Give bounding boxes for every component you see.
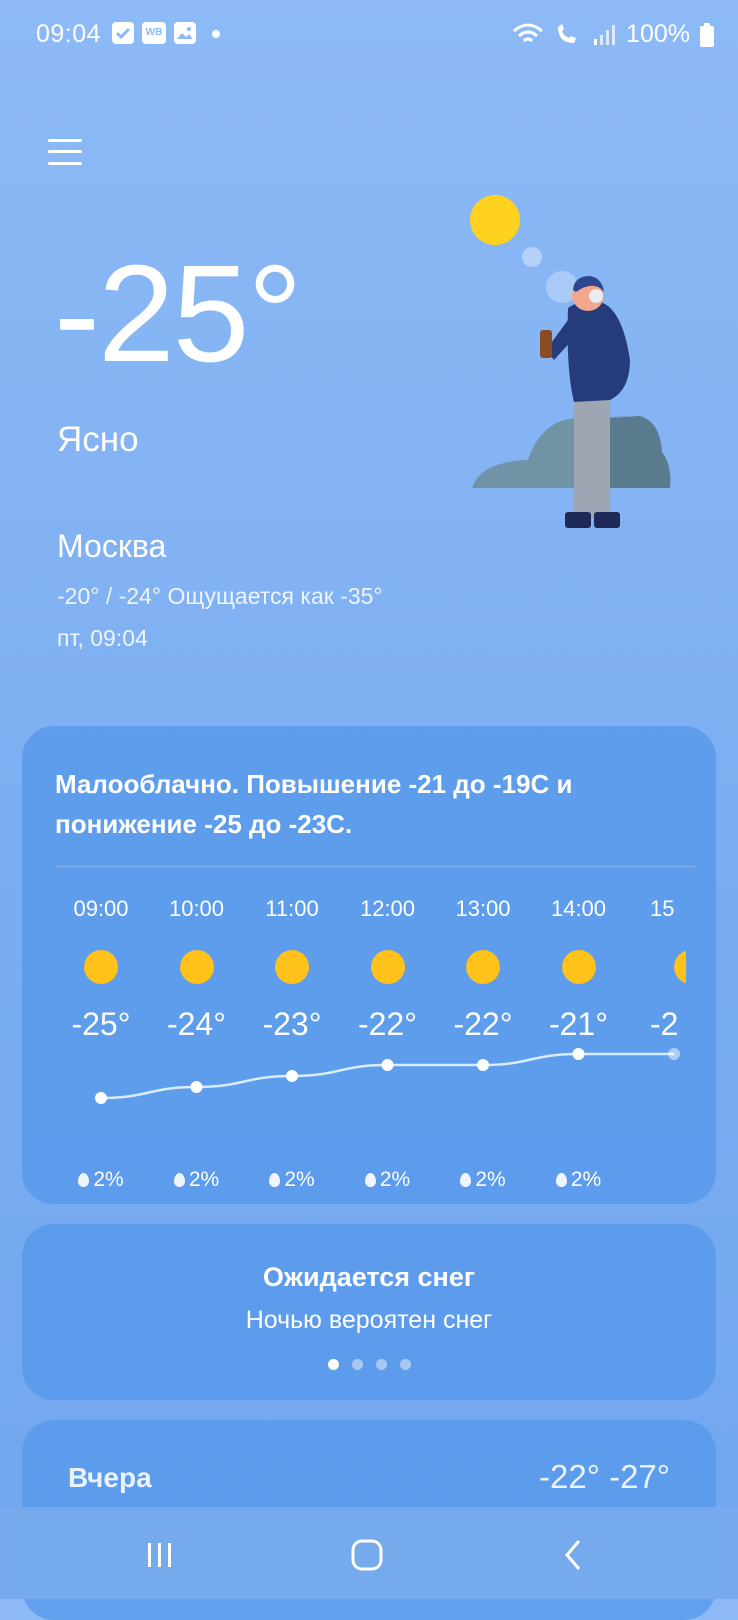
yesterday-temps: -22° -27° [539,1458,670,1495]
call-icon [558,23,577,43]
menu-icon[interactable] [48,135,82,169]
page-indicator[interactable] [22,1359,716,1370]
signal-icon [594,24,616,45]
temperature-point [190,1081,203,1093]
weather-illustration [470,195,671,528]
navigation-bar [0,1507,738,1599]
city-name[interactable]: Москва [57,528,166,565]
current-temperature: -25° [54,237,303,391]
wb-icon: WB [142,22,166,44]
temp-range-feels-like: -20° / -24° Ощущается как -35° [57,583,383,609]
alert-card[interactable]: Ожидается снег Ночью вероятен снег [22,1224,716,1400]
page-dot[interactable] [327,1359,339,1370]
temperature-point [477,1059,489,1071]
dot-icon [212,30,220,38]
temperature-point [381,1059,394,1071]
battery-icon [700,22,714,47]
temperature-point [572,1048,585,1060]
temperature-point [286,1070,298,1082]
page-dot[interactable] [351,1359,363,1370]
alert-title: Ожидается снег [262,1262,476,1292]
update-datetime: пт, 09:04 [57,625,148,651]
back-button[interactable] [555,1535,595,1575]
home-button[interactable] [348,1535,388,1575]
temperature-point [668,1048,680,1060]
status-right: 100% [512,20,714,49]
recent-apps-button[interactable] [140,1535,180,1575]
yesterday-label: Вчера [68,1462,152,1493]
page-dot[interactable] [399,1359,411,1370]
temperature-line-chart [95,1048,680,1104]
alert-subtitle: Ночью вероятен снег [245,1306,493,1334]
status-time: 09:04 [36,20,102,48]
temperature-point [95,1092,107,1104]
current-condition: Ясно [57,420,139,459]
gallery-icon [174,22,196,44]
check-icon [112,22,134,44]
wifi-icon [513,23,544,42]
status-bar: 09:04 WB 100% [0,0,738,70]
page-dot[interactable] [375,1359,387,1370]
battery-percent: 100% [626,20,690,48]
hourly-forecast-card[interactable]: Малооблачно. Повышение -21 до -19C и пон… [22,726,716,1204]
